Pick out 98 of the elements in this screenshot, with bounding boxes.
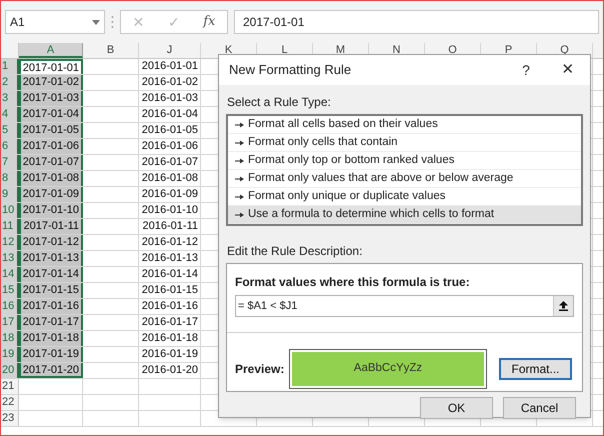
row-header[interactable]: 12 (1, 235, 19, 250)
row-header[interactable]: 14 (1, 267, 19, 282)
row-header[interactable]: 17 (1, 315, 19, 330)
row-header[interactable]: 5 (1, 123, 19, 138)
dialog-title: New Formatting Rule (229, 61, 352, 80)
arrow-icon (235, 176, 244, 182)
cell[interactable]: 2016-01-14 (139, 267, 201, 282)
row-header[interactable]: 11 (1, 219, 19, 234)
row-header[interactable]: 10 (1, 203, 19, 218)
rule-type-item[interactable]: Format only top or bottom ranked values (228, 152, 581, 170)
cell[interactable]: 2016-01-05 (139, 123, 201, 138)
column-header[interactable]: J (139, 43, 201, 58)
preview-label: Preview: (235, 361, 286, 378)
row-header[interactable]: 18 (1, 331, 19, 346)
rule-type-item[interactable]: Format all cells based on their values (228, 116, 581, 134)
formula-bar[interactable]: 2017-01-01 (234, 10, 599, 34)
cell[interactable]: 2017-01-01 (19, 59, 83, 74)
insert-function-button[interactable]: fx (203, 12, 216, 32)
upload-icon (559, 301, 568, 311)
row-header[interactable]: 6 (1, 139, 19, 154)
arrow-icon (235, 212, 244, 218)
rule-type-item[interactable]: Format only unique or duplicate values (228, 188, 581, 206)
cell[interactable]: 2017-01-18 (19, 331, 83, 346)
cell[interactable]: 2017-01-13 (19, 251, 83, 266)
cell[interactable]: 2017-01-06 (19, 139, 83, 154)
cell[interactable]: 2017-01-10 (19, 203, 83, 218)
name-box[interactable]: A1 (5, 10, 105, 34)
format-button[interactable]: Format... (499, 358, 572, 380)
arrow-icon (235, 140, 244, 146)
cell[interactable]: 2016-01-08 (139, 171, 201, 186)
grip-icon (111, 15, 114, 29)
cell[interactable]: 2016-01-06 (139, 139, 201, 154)
name-box-value: A1 (10, 14, 25, 31)
cell[interactable]: 2017-01-12 (19, 235, 83, 250)
cell[interactable]: 2017-01-14 (19, 267, 83, 282)
cell[interactable]: 2016-01-03 (139, 91, 201, 106)
cancel-button[interactable]: Cancel (503, 397, 576, 419)
row-header[interactable]: 19 (1, 347, 19, 362)
cell[interactable]: 2017-01-05 (19, 123, 83, 138)
row-header[interactable]: 23 (1, 411, 19, 426)
cell[interactable]: 2017-01-03 (19, 91, 83, 106)
cell[interactable]: 2017-01-16 (19, 299, 83, 314)
arrow-icon (235, 158, 244, 164)
cell[interactable]: 2017-01-02 (19, 75, 83, 90)
cell[interactable]: 2016-01-04 (139, 107, 201, 122)
column-header[interactable]: A (19, 43, 83, 58)
cell[interactable]: 2016-01-15 (139, 283, 201, 298)
cell[interactable]: 2017-01-11 (19, 219, 83, 234)
row-header[interactable]: 8 (1, 171, 19, 186)
close-button[interactable]: ✕ (546, 58, 590, 82)
row-header[interactable]: 7 (1, 155, 19, 170)
section-label: Select a Rule Type: (227, 94, 332, 111)
formula-field[interactable]: = $A1 < $J1 (235, 295, 574, 317)
cell[interactable]: 2016-01-18 (139, 331, 201, 346)
cell[interactable]: 2017-01-04 (19, 107, 83, 122)
section-label: Edit the Rule Description: (227, 243, 364, 260)
cell[interactable]: 2017-01-09 (19, 187, 83, 202)
cell[interactable]: 2017-01-07 (19, 155, 83, 170)
cell[interactable]: 2017-01-08 (19, 171, 83, 186)
cell[interactable]: 2016-01-09 (139, 187, 201, 202)
cell[interactable]: 2016-01-12 (139, 235, 201, 250)
cell[interactable]: 2016-01-13 (139, 251, 201, 266)
ok-button[interactable]: OK (420, 397, 493, 419)
row-header[interactable]: 3 (1, 91, 19, 106)
rule-type-item[interactable]: Format only values that are above or below average (228, 170, 581, 188)
cell[interactable]: 2017-01-19 (19, 347, 83, 362)
cell[interactable]: 2016-01-20 (139, 363, 201, 378)
column-header[interactable]: B (83, 43, 139, 58)
rule-type-item[interactable]: Use a formula to determine which cells to format (228, 206, 581, 224)
formula-label: Format values where this formula is true: (235, 274, 471, 291)
cell[interactable]: 2017-01-20 (19, 363, 83, 378)
cell[interactable]: 2017-01-17 (19, 315, 83, 330)
cell[interactable]: 2016-01-17 (139, 315, 201, 330)
cell[interactable]: 2016-01-11 (139, 219, 201, 234)
row-header[interactable]: 15 (1, 283, 19, 298)
cell[interactable]: 2017-01-15 (19, 283, 83, 298)
rule-type-item[interactable]: Format only cells that contain (228, 134, 581, 152)
cell[interactable]: 2016-01-10 (139, 203, 201, 218)
arrow-icon (235, 194, 244, 200)
cell[interactable]: 2016-01-16 (139, 299, 201, 314)
cell[interactable]: 2016-01-07 (139, 155, 201, 170)
row-header[interactable]: 9 (1, 187, 19, 202)
row-header[interactable]: 20 (1, 363, 19, 378)
cell[interactable]: 2016-01-01 (139, 59, 201, 74)
cell[interactable]: 2016-01-02 (139, 75, 201, 90)
row-header[interactable]: 2 (1, 75, 19, 90)
help-button[interactable]: ? (506, 60, 546, 80)
row-header[interactable]: 1 (1, 59, 19, 74)
cell[interactable]: 2016-01-19 (139, 347, 201, 362)
row-header[interactable]: 13 (1, 251, 19, 266)
row-header[interactable]: 21 (1, 379, 19, 394)
preview-swatch: AaBbCcYyZz (292, 352, 484, 386)
row-header[interactable]: 22 (1, 395, 19, 410)
arrow-icon (235, 122, 244, 128)
row-header[interactable]: 4 (1, 107, 19, 122)
collapse-button[interactable] (553, 296, 573, 316)
row-header[interactable]: 16 (1, 299, 19, 314)
dropdown-icon (92, 20, 100, 24)
